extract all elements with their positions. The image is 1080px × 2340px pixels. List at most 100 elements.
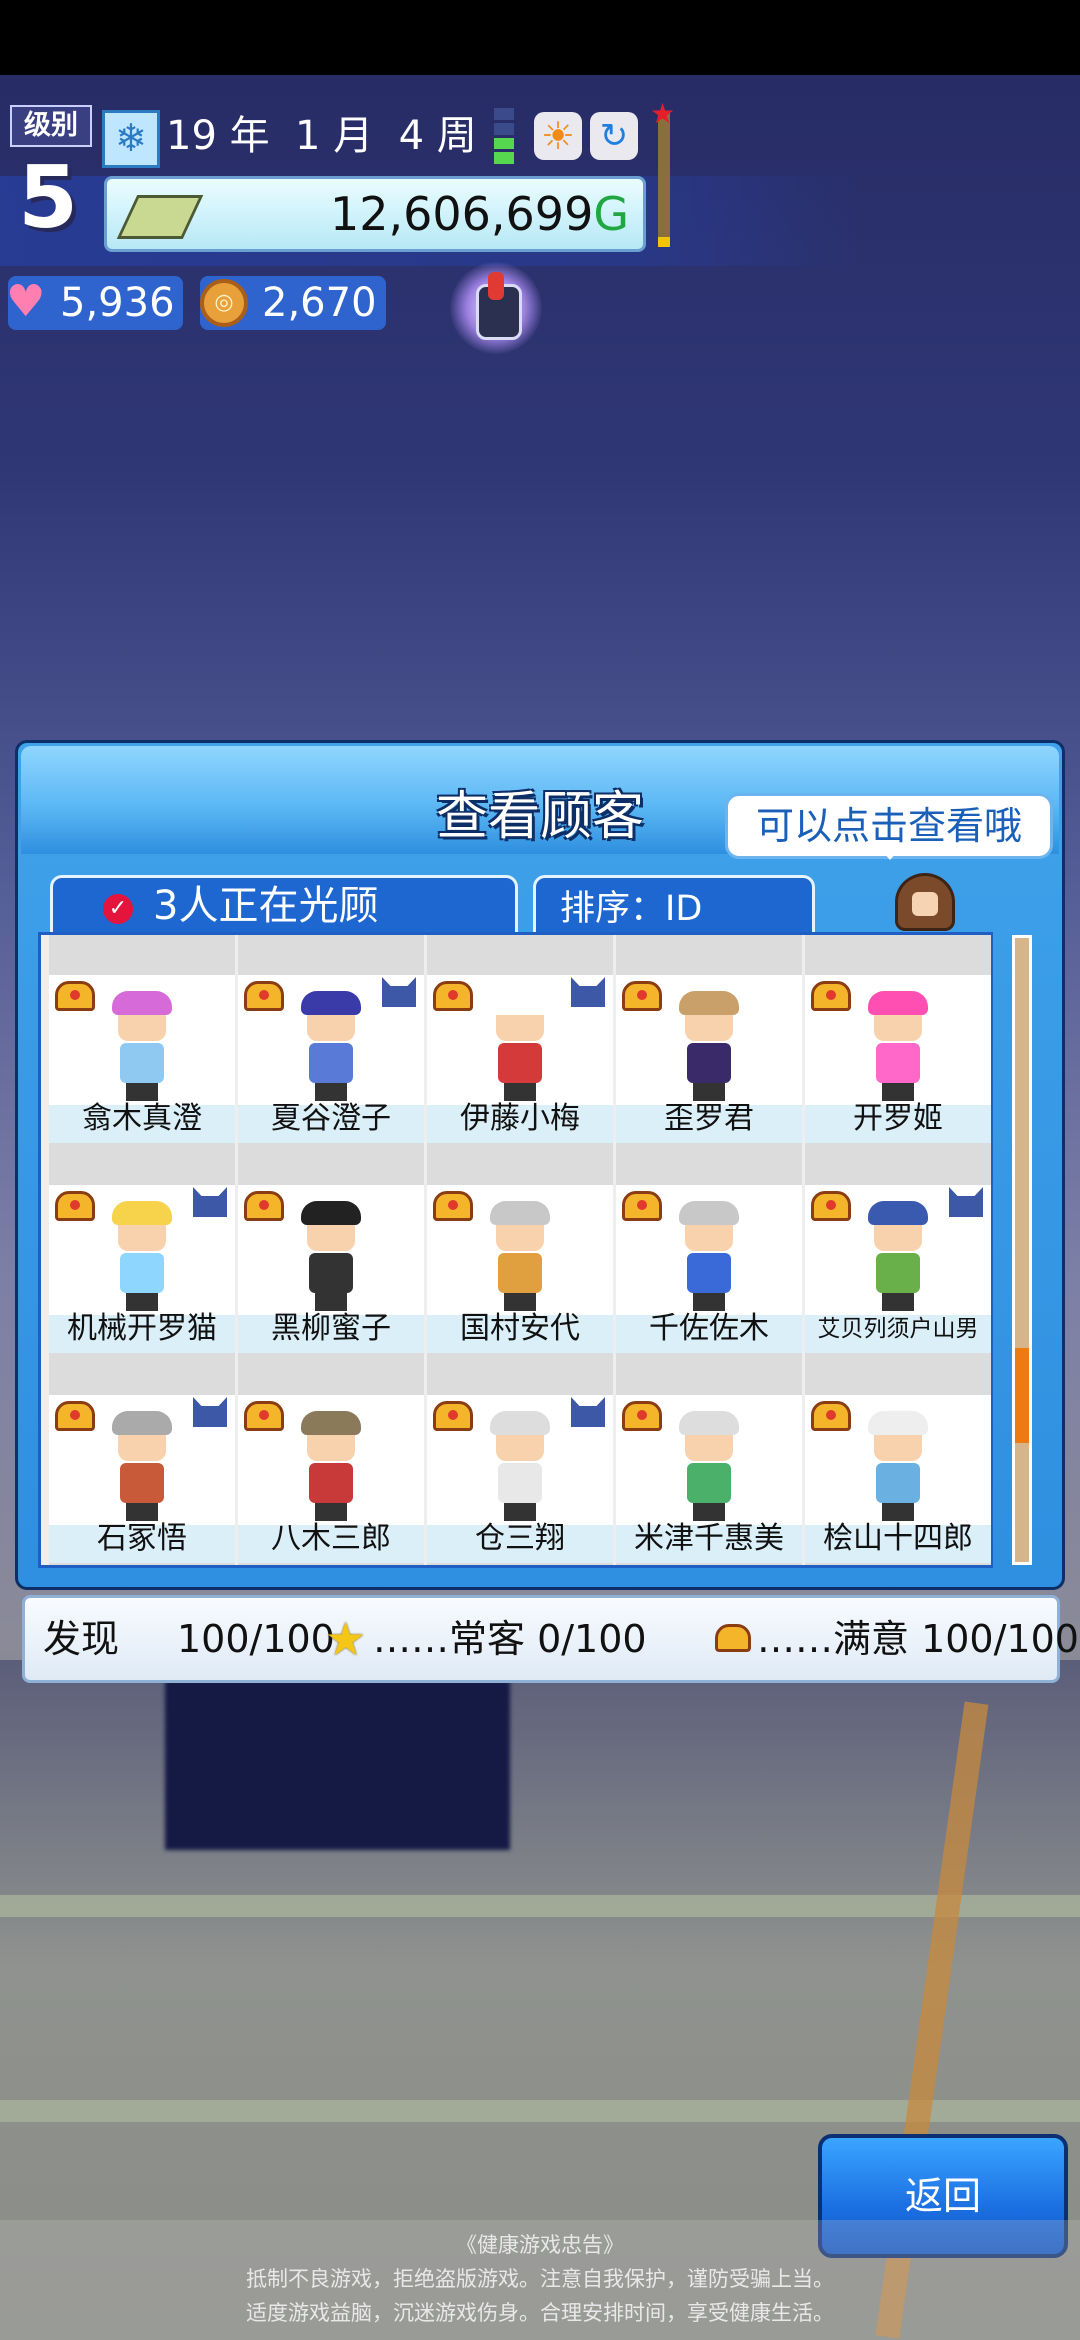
status-bar [0,0,1080,75]
crown-icon [622,1401,662,1431]
customer-sprite [293,991,369,1101]
scrollbar[interactable] [1012,935,1032,1565]
customer-name: 机械开罗猫 [67,1311,217,1346]
notice-line: 适度游戏益脑，沉迷游戏伤身。合理安排时间，享受健康生活。 [246,2301,834,2325]
crown-icon [244,981,284,1011]
customer-card[interactable]: 歪罗君 [616,935,802,1145]
game-date: 19 年 1 月 4 周 [166,113,477,159]
crown-icon [433,1401,473,1431]
customer-name: 八木三郎 [271,1521,391,1556]
crown-icon [433,981,473,1011]
money-display: 12,606,699G [104,176,646,252]
crown-icon [811,1401,851,1431]
customer-sprite [671,1201,747,1311]
tab-sort[interactable]: 排序：ID [533,875,815,935]
level-label: 级别 [10,105,92,147]
customer-name: 翕木真澄 [82,1101,202,1136]
money-icon [116,195,204,239]
star-icon: ★ [650,97,676,130]
customer-card[interactable]: 石冢悟 [49,1355,235,1565]
crown-icon [55,1191,95,1221]
customer-sprite [671,991,747,1101]
hearts-value: 5,936 [60,280,175,326]
check-icon: ✓ [103,894,133,924]
notice-line: 抵制不良游戏，拒绝盗版游戏。注意自我保护，谨防受骗上当。 [246,2267,834,2291]
coins-display: ◎ 2,670 [200,276,386,330]
crown-icon [55,1401,95,1431]
customer-card[interactable]: 八木三郎 [238,1355,424,1565]
customer-name: 黑柳蜜子 [271,1311,391,1346]
speed-icon[interactable]: ↻ [590,112,638,160]
customer-card[interactable]: 艾贝列须户山男 [805,1145,991,1355]
tab-sort-label: 排序：ID [560,889,703,929]
guide-avatar-icon [895,873,955,931]
customer-sprite [293,1201,369,1311]
customer-sprite [482,1201,558,1311]
customer-sprite [104,1201,180,1311]
customer-sprite [860,991,936,1101]
customer-sprite [671,1411,747,1521]
discovered-label: 发现 [43,1617,120,1661]
notice-title: 《健康游戏忠告》 [456,2233,624,2257]
heart-icon: ♥ [6,276,46,327]
customer-card[interactable]: 米津千惠美 [616,1355,802,1565]
customer-name: 米津千惠美 [634,1521,784,1556]
customer-name: 石冢悟 [97,1521,187,1556]
progress-meter-icon [494,108,514,164]
customer-sprite [293,1411,369,1521]
customer-card[interactable]: 国村安代 [427,1145,613,1355]
customer-card[interactable]: 伊藤小梅 [427,935,613,1145]
weather-sun-icon[interactable]: ☀ [534,112,582,160]
crown-icon [715,1624,751,1652]
crown-icon [433,1191,473,1221]
customer-sprite [104,991,180,1101]
customer-name: 夏谷澄子 [271,1101,391,1136]
satisfied-count: ……满意 100/100 [757,1617,1079,1661]
level-value: 5 [18,148,78,248]
customer-card[interactable]: 千佐佐木 [616,1145,802,1355]
customer-sprite [860,1201,936,1311]
customer-grid: 翕木真澄 夏谷澄子 伊藤小梅 歪罗君 开罗姬机械开罗猫 黑柳蜜子 国村安代 千佐佐木 艾贝列须户… [38,932,993,1568]
customer-card[interactable]: 黑柳蜜子 [238,1145,424,1355]
crown-icon [622,981,662,1011]
customer-name: 开罗姬 [853,1101,943,1136]
customer-card[interactable]: 仓三翔 [427,1355,613,1565]
tab-visiting[interactable]: ✓ 3人正在光顾 [50,875,518,935]
customer-grid-cells: 翕木真澄 夏谷澄子 伊藤小梅 歪罗君 开罗姬机械开罗猫 黑柳蜜子 国村安代 千佐佐木 艾贝列须户… [49,935,991,1565]
customer-name: 艾贝列须户山男 [817,1316,979,1342]
hearts-display: ♥ 5,936 [6,276,183,330]
money-value: 12,606,699 [329,187,594,241]
coins-value: 2,670 [262,280,377,326]
star-icon: ★ [325,1612,367,1666]
background-floor [0,1895,1080,1917]
customer-sprite [860,1411,936,1521]
crown-icon [244,1401,284,1431]
money-unit: G [593,187,629,241]
customer-card[interactable]: 翕木真澄 [49,935,235,1145]
discovered-count: 100/100 [177,1617,335,1661]
customer-card[interactable]: 夏谷澄子 [238,935,424,1145]
customer-sprite [104,1411,180,1521]
customer-name: 歪罗君 [664,1101,754,1136]
snowflake-icon: ❄ [102,110,160,168]
scrollbar-thumb[interactable] [1015,1348,1029,1443]
customer-sprite [482,991,558,1101]
customer-card[interactable]: 机械开罗猫 [49,1145,235,1355]
alarm-icon[interactable] [450,262,542,354]
customer-name: 仓三翔 [475,1521,565,1556]
crown-icon [55,981,95,1011]
coin-icon: ◎ [200,279,248,327]
crown-icon [811,981,851,1011]
tab-visiting-label: 3人正在光顾 [153,883,379,929]
customer-name: 桧山十四郎 [823,1521,973,1556]
crown-icon [622,1191,662,1221]
summary-bar: 发现 100/100 ★ ……常客 0/100 ……满意 100/100 [22,1595,1079,1683]
customer-card[interactable]: 开罗姬 [805,935,991,1145]
customer-card[interactable]: 桧山十四郎 [805,1355,991,1565]
crown-icon [811,1191,851,1221]
customer-name: 国村安代 [460,1311,580,1346]
crown-icon [244,1191,284,1221]
customer-name: 千佐佐木 [649,1311,769,1346]
goal-flag-pole [658,112,670,247]
background-window [165,1680,510,1850]
